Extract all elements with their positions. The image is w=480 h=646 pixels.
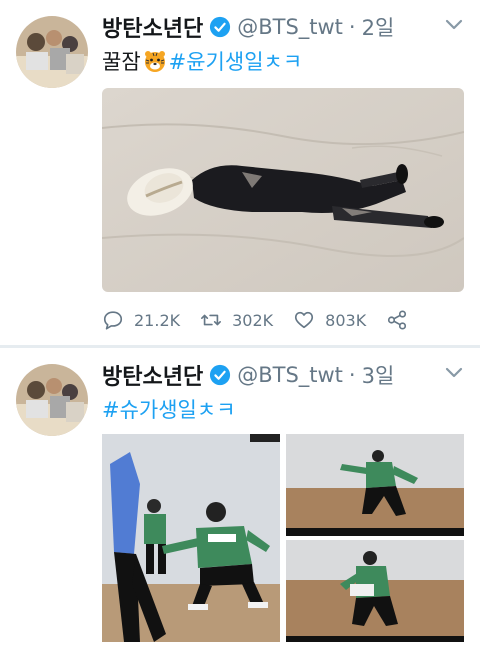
tweet-1[interactable]: 방탄소년단 @BTS_twt · 2일 꿀잠 #윤기생일ㅊㅋ 21.2K 302… — [0, 0, 480, 346]
reply-count: 21.2K — [134, 310, 181, 330]
retweet-icon — [201, 314, 222, 326]
author-handle[interactable]: @BTS_twt — [237, 15, 343, 39]
verified-badge-icon — [210, 364, 231, 386]
tweet-2[interactable]: 방탄소년단 @BTS_twt · 3일 #슈가생일ㅊㅋ — [0, 348, 480, 644]
tweet-actions: 21.2K 302K 803K — [102, 306, 438, 334]
share-icon — [388, 310, 407, 330]
timestamp[interactable]: 3일 — [362, 360, 395, 390]
tweet-header: 방탄소년단 @BTS_twt · 3일 — [102, 358, 394, 392]
avatar[interactable] — [16, 364, 88, 436]
separator-dot: · — [348, 363, 356, 387]
separator-dot: · — [348, 15, 356, 39]
tweet-text-plain: 꿀잠 — [102, 50, 141, 74]
tweet-photo[interactable] — [102, 88, 464, 292]
hashtag-link[interactable]: #슈가생일ㅊㅋ — [102, 394, 236, 424]
retweet-count: 302K — [232, 310, 274, 330]
like-button[interactable]: 803K — [293, 309, 366, 331]
chevron-down-icon[interactable] — [444, 18, 464, 32]
share-button[interactable] — [386, 309, 418, 331]
hashtag-link[interactable]: #윤기생일ㅊㅋ — [169, 46, 303, 76]
tweet-photo-2[interactable] — [286, 434, 464, 536]
tweet-photo-1[interactable] — [102, 434, 280, 642]
tweet-text: #슈가생일ㅊㅋ — [102, 394, 236, 424]
author-name[interactable]: 방탄소년단 — [102, 11, 203, 43]
author-name[interactable]: 방탄소년단 — [102, 359, 203, 391]
avatar[interactable] — [16, 16, 88, 88]
like-count: 803K — [325, 310, 367, 330]
timestamp[interactable]: 2일 — [362, 12, 395, 42]
heart-icon — [295, 311, 314, 329]
tweet-photo-grid — [102, 434, 464, 642]
tweet-header: 방탄소년단 @BTS_twt · 2일 — [102, 10, 394, 44]
reply-icon — [103, 311, 123, 330]
reply-button[interactable]: 21.2K — [102, 309, 180, 331]
tiger-face-icon — [144, 51, 165, 72]
tweet-photo-3[interactable] — [286, 540, 464, 642]
verified-badge-icon — [210, 16, 231, 38]
author-handle[interactable]: @BTS_twt — [237, 363, 343, 387]
tweet-text: 꿀잠 #윤기생일ㅊㅋ — [102, 46, 302, 76]
chevron-down-icon[interactable] — [444, 366, 464, 380]
retweet-button[interactable]: 302K — [200, 309, 273, 331]
